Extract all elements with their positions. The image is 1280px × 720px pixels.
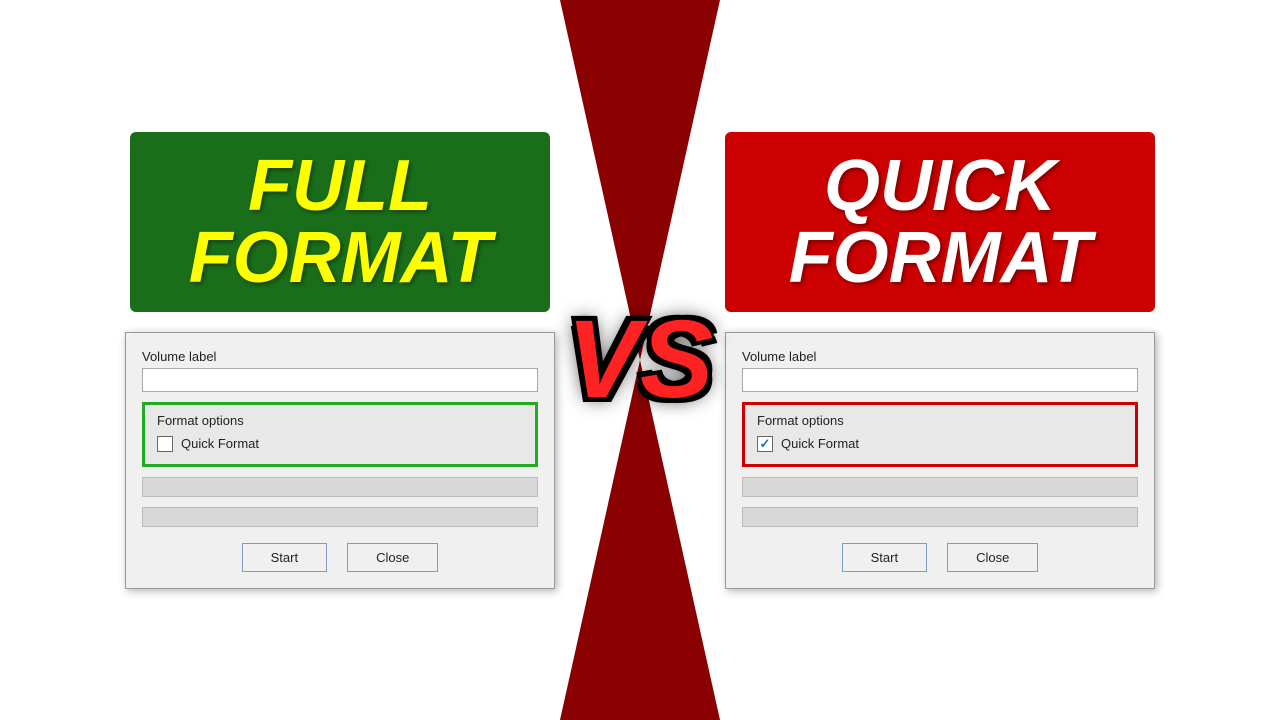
- right-quick-format-checkbox[interactable]: ✓: [757, 436, 773, 452]
- right-quick-format-row: ✓ Quick Format: [757, 436, 1123, 452]
- left-dialog-buttons: Start Close: [142, 543, 538, 572]
- right-volume-input[interactable]: [742, 368, 1138, 392]
- quick-format-dialog: Volume label Format options ✓ Quick Form…: [725, 332, 1155, 589]
- right-quick-format-label: Quick Format: [781, 436, 859, 451]
- quick-format-title: QUICK FORMAT: [765, 150, 1115, 294]
- left-volume-input[interactable]: [142, 368, 538, 392]
- full-format-dialog: Volume label Format options Quick Format…: [125, 332, 555, 589]
- right-close-button[interactable]: Close: [947, 543, 1038, 572]
- full-format-title: FULL FORMAT: [170, 150, 510, 294]
- left-format-options-label: Format options: [157, 413, 523, 428]
- right-format-options-label: Format options: [757, 413, 1123, 428]
- left-start-button[interactable]: Start: [242, 543, 327, 572]
- vs-label: VS: [567, 305, 714, 415]
- left-side: FULL FORMAT Volume label Format options …: [125, 132, 555, 589]
- left-quick-format-row: Quick Format: [157, 436, 523, 452]
- right-progress-bar: [742, 477, 1138, 497]
- right-bottom-bar: [742, 507, 1138, 527]
- left-quick-format-label: Quick Format: [181, 436, 259, 451]
- left-volume-label: Volume label: [142, 349, 538, 364]
- right-volume-label: Volume label: [742, 349, 1138, 364]
- quick-format-banner: QUICK FORMAT: [725, 132, 1155, 312]
- vs-center: VS: [550, 0, 730, 720]
- left-progress-bar: [142, 477, 538, 497]
- left-format-options-box: Format options Quick Format: [142, 402, 538, 467]
- right-dialog-buttons: Start Close: [742, 543, 1138, 572]
- full-format-banner: FULL FORMAT: [130, 132, 550, 312]
- right-side: QUICK FORMAT Volume label Format options…: [725, 132, 1155, 589]
- left-quick-format-checkbox[interactable]: [157, 436, 173, 452]
- left-bottom-bar: [142, 507, 538, 527]
- left-close-button[interactable]: Close: [347, 543, 438, 572]
- right-start-button[interactable]: Start: [842, 543, 927, 572]
- right-format-options-box: Format options ✓ Quick Format: [742, 402, 1138, 467]
